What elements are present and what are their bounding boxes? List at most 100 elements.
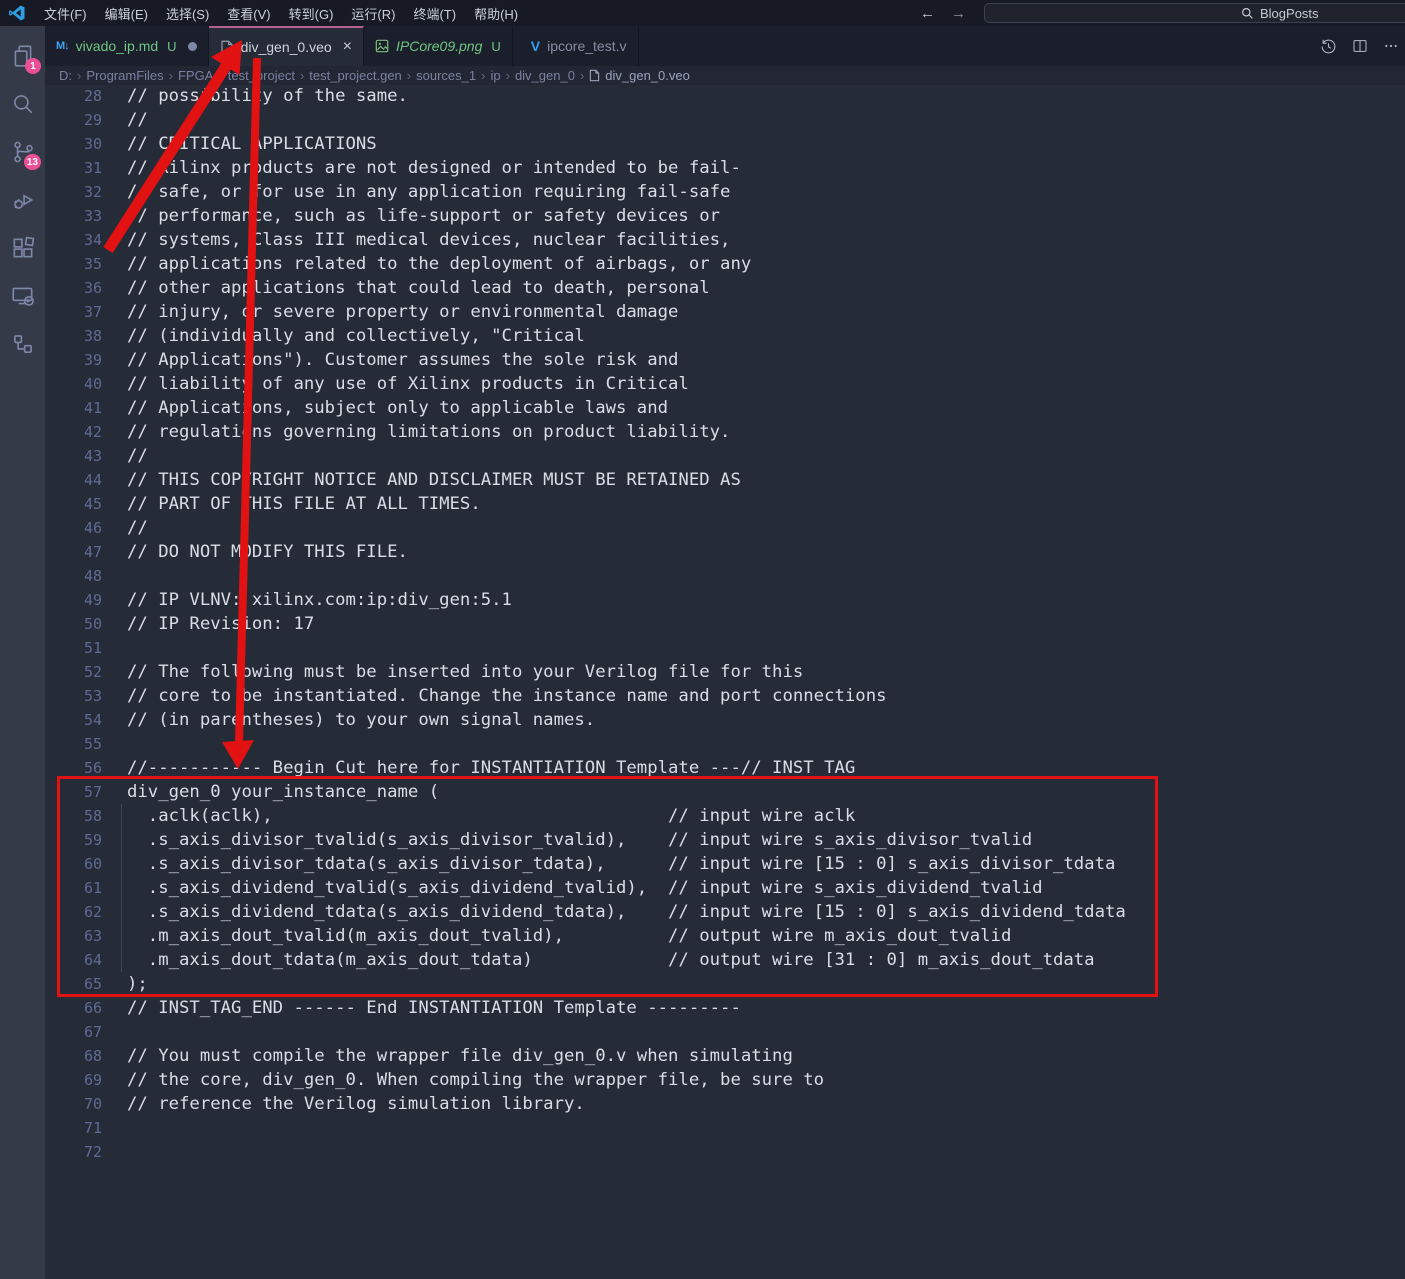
breadcrumb-item[interactable]: test_project <box>228 68 295 83</box>
code-line[interactable]: 32// safe, or for use in any application… <box>45 180 1126 204</box>
code-line[interactable]: 59 .s_axis_divisor_tvalid(s_axis_divisor… <box>45 828 1126 852</box>
code-line[interactable]: 50// IP Revision: 17 <box>45 612 1126 636</box>
code-line[interactable]: 44// THIS COPYRIGHT NOTICE AND DISCLAIME… <box>45 468 1126 492</box>
code-line[interactable]: 36// other applications that could lead … <box>45 276 1126 300</box>
breadcrumb-file[interactable]: div_gen_0.veo <box>589 68 690 83</box>
code-line[interactable]: 43// <box>45 444 1126 468</box>
code-line[interactable]: 68// You must compile the wrapper file d… <box>45 1044 1126 1068</box>
code-line[interactable]: 39// Applications"). Customer assumes th… <box>45 348 1126 372</box>
menu-selection[interactable]: 选择(S) <box>157 0 218 26</box>
code-line[interactable]: 34// systems, Class III medical devices,… <box>45 228 1126 252</box>
line-text: // DO NOT MODIFY THIS FILE. <box>127 540 408 564</box>
code-line[interactable]: 33// performance, such as life-support o… <box>45 204 1126 228</box>
code-line[interactable]: 64 .m_axis_dout_tdata(m_axis_dout_tdata)… <box>45 948 1126 972</box>
command-center-search[interactable]: BlogPosts <box>984 3 1405 23</box>
code-line[interactable]: 52// The following must be inserted into… <box>45 660 1126 684</box>
code-line[interactable]: 55 <box>45 732 1126 756</box>
code-line[interactable]: 38// (individually and collectively, "Cr… <box>45 324 1126 348</box>
line-text: .aclk(aclk), // input wire aclk <box>127 804 855 828</box>
activity-search[interactable] <box>0 80 45 128</box>
code-line[interactable]: 71 <box>45 1116 1126 1140</box>
breadcrumb-item[interactable]: ip <box>490 68 500 83</box>
split-editor-icon[interactable] <box>1352 38 1368 54</box>
activity-run-debug[interactable] <box>0 176 45 224</box>
line-number: 55 <box>45 732 102 756</box>
modified-dot-icon[interactable] <box>188 42 197 51</box>
code-line[interactable]: 28// possibility of the same. <box>45 84 1126 108</box>
activity-hierarchy[interactable] <box>0 320 45 368</box>
tab-div-gen-0-veo[interactable]: div_gen_0.veo × <box>209 26 364 66</box>
breadcrumb-item[interactable]: ProgramFiles <box>86 68 163 83</box>
activity-extensions[interactable] <box>0 224 45 272</box>
history-nav: ← → <box>920 0 966 26</box>
more-actions-icon[interactable] <box>1383 38 1399 54</box>
breadcrumb-item[interactable]: D: <box>59 68 72 83</box>
line-text: // Xilinx products are not designed or i… <box>127 156 741 180</box>
breadcrumb-item[interactable]: sources_1 <box>416 68 476 83</box>
code-line[interactable]: 46// <box>45 516 1126 540</box>
code-lines[interactable]: 28// possibility of the same.29//30// CR… <box>45 84 1126 1164</box>
activity-source-control[interactable]: 13 <box>0 128 45 176</box>
line-text: // IP VLNV: xilinx.com:ip:div_gen:5.1 <box>127 588 512 612</box>
code-line[interactable]: 66// INST_TAG_END ------ End INSTANTIATI… <box>45 996 1126 1020</box>
line-text: // possibility of the same. <box>127 84 408 108</box>
breadcrumb-item[interactable]: test_project.gen <box>309 68 402 83</box>
code-line[interactable]: 40// liability of any use of Xilinx prod… <box>45 372 1126 396</box>
code-line[interactable]: 41// Applications, subject only to appli… <box>45 396 1126 420</box>
code-line[interactable]: 67 <box>45 1020 1126 1044</box>
code-line[interactable]: 35// applications related to the deploym… <box>45 252 1126 276</box>
code-line[interactable]: 61 .s_axis_dividend_tvalid(s_axis_divide… <box>45 876 1126 900</box>
code-line[interactable]: 49// IP VLNV: xilinx.com:ip:div_gen:5.1 <box>45 588 1126 612</box>
code-line[interactable]: 54// (in parentheses) to your own signal… <box>45 708 1126 732</box>
code-line[interactable]: 57div_gen_0 your_instance_name ( <box>45 780 1126 804</box>
menu-edit[interactable]: 编辑(E) <box>96 0 157 26</box>
line-text: // performance, such as life-support or … <box>127 204 720 228</box>
breadcrumb-item[interactable]: FPGA <box>178 68 213 83</box>
line-number: 71 <box>45 1116 102 1140</box>
code-line[interactable]: 31// Xilinx products are not designed or… <box>45 156 1126 180</box>
git-status-untracked: U <box>167 39 176 54</box>
menu-view[interactable]: 查看(V) <box>218 0 279 26</box>
debug-icon <box>10 187 36 213</box>
code-line[interactable]: 30// CRITICAL APPLICATIONS <box>45 132 1126 156</box>
code-line[interactable]: 69// the core, div_gen_0. When compiling… <box>45 1068 1126 1092</box>
line-text: .s_axis_divisor_tvalid(s_axis_divisor_tv… <box>127 828 1032 852</box>
code-line[interactable]: 65); <box>45 972 1126 996</box>
search-icon <box>1241 7 1254 20</box>
code-line[interactable]: 70// reference the Verilog simulation li… <box>45 1092 1126 1116</box>
code-line[interactable]: 29// <box>45 108 1126 132</box>
code-line[interactable]: 42// regulations governing limitations o… <box>45 420 1126 444</box>
line-number: 40 <box>45 372 102 396</box>
code-line[interactable]: 37// injury, or severe property or envir… <box>45 300 1126 324</box>
code-line[interactable]: 53// core to be instantiated. Change the… <box>45 684 1126 708</box>
code-line[interactable]: 63 .m_axis_dout_tvalid(m_axis_dout_tvali… <box>45 924 1126 948</box>
timeline-history-icon[interactable] <box>1320 38 1337 55</box>
search-icon <box>10 91 36 117</box>
close-icon[interactable]: × <box>343 39 352 55</box>
line-text: // core to be instantiated. Change the i… <box>127 684 887 708</box>
menu-terminal[interactable]: 终端(T) <box>404 0 465 26</box>
menu-run[interactable]: 运行(R) <box>342 0 404 26</box>
nav-forward-icon[interactable]: → <box>951 5 966 22</box>
code-line[interactable]: 48 <box>45 564 1126 588</box>
menu-file[interactable]: 文件(F) <box>35 0 96 26</box>
tab-ipcore-test-v[interactable]: V ipcore_test.v <box>513 26 639 66</box>
activity-remote-explorer[interactable] <box>0 272 45 320</box>
code-line[interactable]: 47// DO NOT MODIFY THIS FILE. <box>45 540 1126 564</box>
tab-ipcore09-png[interactable]: IPCore09.png U <box>364 26 513 66</box>
code-line[interactable]: 58 .aclk(aclk), // input wire aclk <box>45 804 1126 828</box>
tab-label: IPCore09.png <box>396 38 482 54</box>
line-text: // (individually and collectively, "Crit… <box>127 324 585 348</box>
code-line[interactable]: 51 <box>45 636 1126 660</box>
nav-back-icon[interactable]: ← <box>920 5 935 22</box>
breadcrumb-item[interactable]: div_gen_0 <box>515 68 575 83</box>
code-line[interactable]: 72 <box>45 1140 1126 1164</box>
code-line[interactable]: 45// PART OF THIS FILE AT ALL TIMES. <box>45 492 1126 516</box>
code-line[interactable]: 56//----------- Begin Cut here for INSTA… <box>45 756 1126 780</box>
activity-explorer[interactable]: 1 <box>0 32 45 80</box>
code-line[interactable]: 62 .s_axis_dividend_tdata(s_axis_dividen… <box>45 900 1126 924</box>
menu-help[interactable]: 帮助(H) <box>465 0 527 26</box>
menu-go[interactable]: 转到(G) <box>280 0 343 26</box>
code-line[interactable]: 60 .s_axis_divisor_tdata(s_axis_divisor_… <box>45 852 1126 876</box>
tab-vivado-ip-md[interactable]: M↓ vivado_ip.md U <box>45 26 209 66</box>
